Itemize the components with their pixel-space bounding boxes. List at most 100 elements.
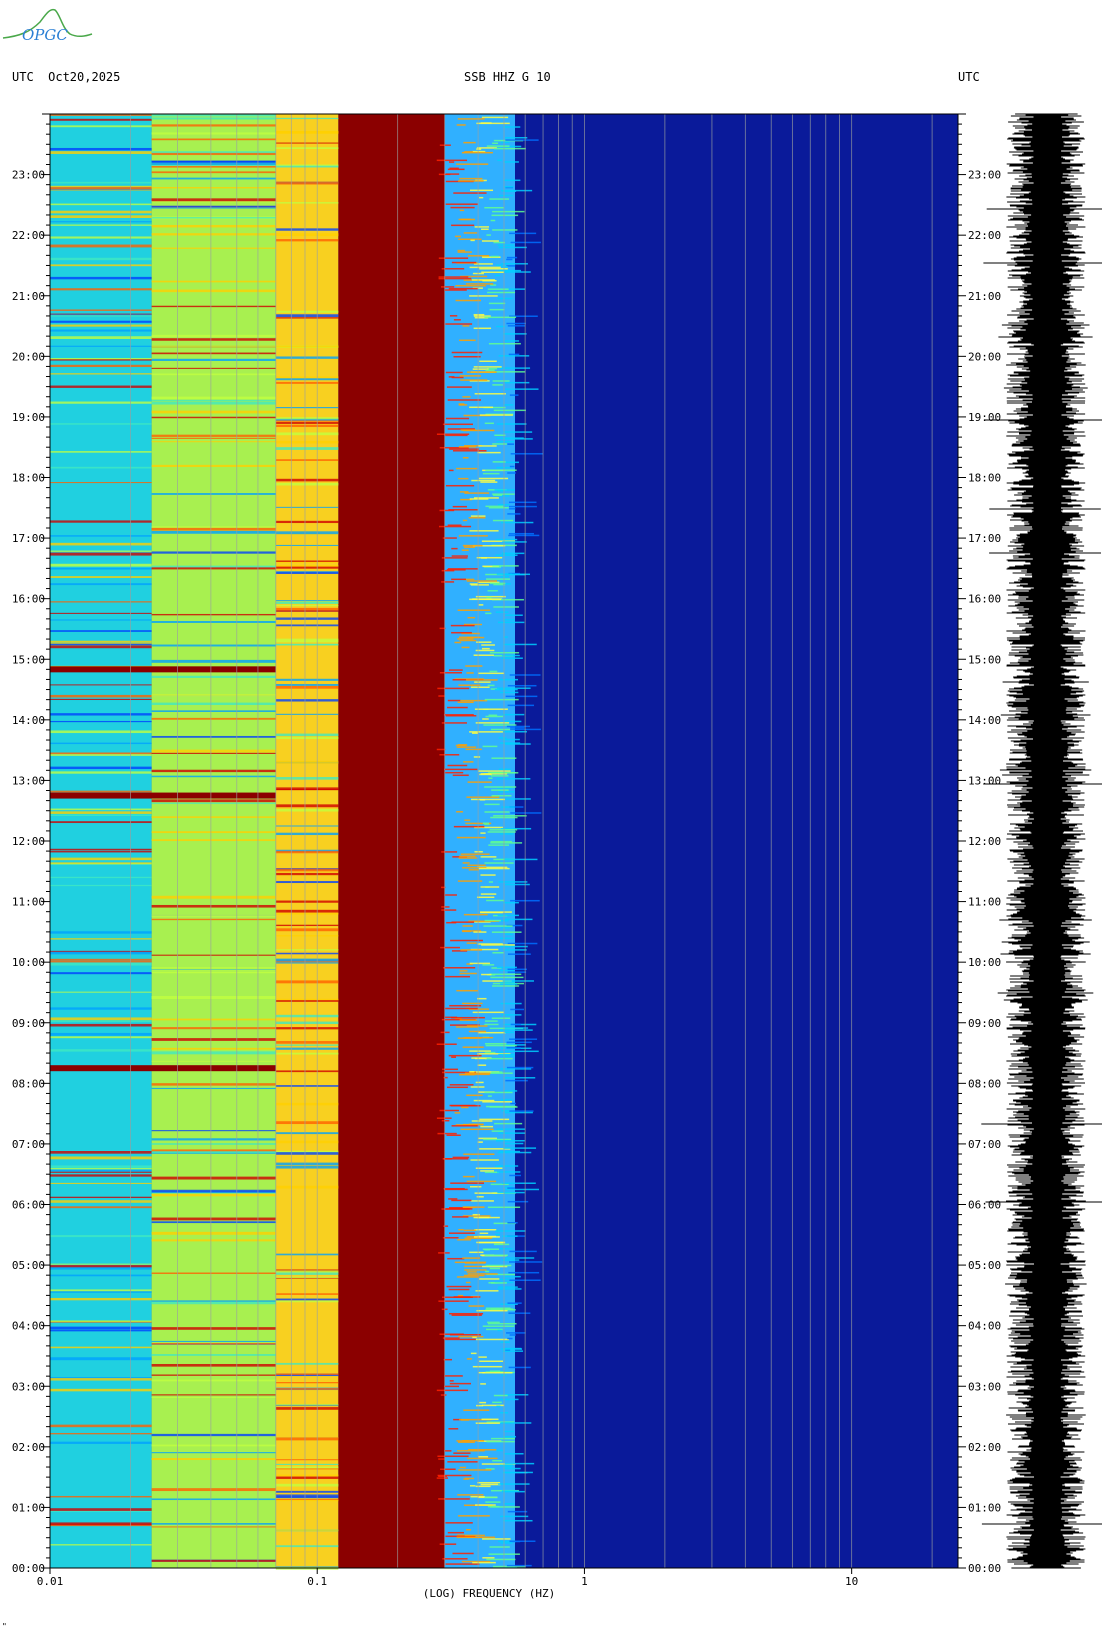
noise-streak	[151, 675, 276, 678]
noise-streak	[275, 506, 339, 508]
microseism-streak	[445, 371, 463, 374]
microseism-streak	[501, 141, 510, 144]
y-tick-label-right: 18:00	[968, 472, 1001, 485]
microseism-streak	[505, 614, 523, 616]
microseism-streak	[459, 1073, 475, 1076]
microseism-streak	[447, 1461, 478, 1463]
microseism-streak	[446, 1285, 472, 1288]
microseism-streak	[487, 1321, 500, 1324]
microseism-streak	[492, 952, 504, 954]
noise-streak	[151, 1526, 276, 1528]
microseism-streak	[506, 1564, 532, 1567]
noise-streak	[275, 1496, 339, 1499]
noise-streak	[50, 215, 152, 219]
microseism-streak	[474, 1228, 497, 1231]
y-tick-label-right: 02:00	[968, 1441, 1001, 1454]
y-tick-label-right: 10:00	[968, 956, 1001, 969]
microseism-streak	[505, 695, 538, 698]
microseism-streak	[444, 1016, 458, 1019]
microseism-streak	[509, 1174, 522, 1177]
noise-streak	[275, 604, 339, 607]
microseism-streak	[484, 1171, 499, 1174]
microseism-streak	[507, 704, 535, 707]
noise-streak	[275, 949, 339, 951]
noise-streak	[151, 526, 276, 528]
noise-streak	[151, 1559, 276, 1562]
noise-streak	[50, 1441, 152, 1444]
microseism-streak	[476, 1404, 484, 1407]
microseism-streak	[503, 404, 514, 406]
y-tick-label-left: 21:00	[12, 290, 45, 303]
microseism-streak	[458, 1469, 492, 1471]
noise-streak	[50, 210, 152, 214]
microseism-streak	[507, 1187, 516, 1189]
microseism-streak	[470, 1495, 485, 1498]
microseism-streak	[491, 214, 519, 217]
microseism-streak	[483, 724, 517, 726]
noise-streak	[50, 221, 152, 223]
noise-streak	[151, 1189, 276, 1193]
noise-streak	[151, 399, 276, 402]
microseism-streak	[458, 535, 488, 537]
noise-streak	[50, 276, 152, 280]
microseism-streak	[489, 829, 518, 831]
noise-streak	[151, 839, 276, 842]
microseism-streak	[458, 180, 484, 182]
noise-streak	[50, 423, 152, 425]
noise-streak	[50, 320, 152, 323]
noise-streak	[275, 868, 339, 872]
microseism-streak	[470, 686, 490, 688]
microseism-streak	[464, 819, 471, 821]
noise-streak	[275, 640, 339, 643]
microseism-streak	[469, 1071, 475, 1073]
microseism-streak	[505, 1188, 540, 1191]
noise-streak	[151, 207, 276, 209]
microseism-streak	[486, 596, 492, 599]
microseism-streak	[455, 235, 462, 238]
noise-streak	[151, 1176, 276, 1180]
noise-streak	[151, 358, 276, 361]
microseism-streak	[480, 832, 486, 834]
microseism-streak	[448, 1054, 482, 1057]
microseism-streak	[459, 970, 468, 972]
noise-streak	[151, 1151, 276, 1154]
microseism-streak	[487, 684, 495, 687]
noise-streak	[275, 544, 339, 546]
microseism-streak	[484, 919, 501, 922]
y-tick-label-right: 22:00	[968, 229, 1001, 242]
microseism-streak	[487, 288, 509, 290]
microseism-streak	[493, 241, 506, 244]
noise-streak	[151, 1060, 276, 1062]
microseism-streak	[452, 1552, 474, 1555]
microseism-streak	[504, 1031, 515, 1034]
microseism-streak	[496, 966, 517, 969]
x-tick-label: 1	[581, 1575, 588, 1588]
microseism-streak	[480, 856, 497, 858]
event-band-1	[50, 1065, 276, 1072]
microseism-streak	[462, 1257, 481, 1259]
corner-mark: "	[2, 1622, 7, 1631]
y-tick-label-left: 18:00	[12, 472, 45, 485]
microseism-streak	[461, 151, 493, 154]
microseism-streak	[469, 1251, 484, 1254]
event-band-0	[50, 792, 276, 799]
microseism-streak	[502, 573, 526, 576]
microseism-streak	[450, 206, 475, 209]
noise-streak	[275, 1373, 339, 1375]
noise-streak	[275, 760, 339, 764]
microseism-streak	[492, 1460, 503, 1462]
microseism-streak	[444, 1375, 463, 1377]
y-tick-label-left: 08:00	[12, 1077, 45, 1090]
y-tick-label-left: 05:00	[12, 1259, 45, 1272]
microseism-streak	[439, 754, 460, 756]
noise-streak	[50, 345, 152, 347]
y-tick-label-right: 09:00	[968, 1017, 1001, 1030]
y-tick-label-right: 20:00	[968, 350, 1001, 363]
microseism-streak	[493, 409, 526, 412]
microseism-streak	[502, 1435, 516, 1438]
microseism-streak	[502, 431, 533, 433]
noise-streak	[50, 1165, 152, 1168]
microseism-streak	[502, 126, 521, 128]
microseism-streak	[463, 232, 478, 234]
noise-streak	[50, 1326, 152, 1330]
